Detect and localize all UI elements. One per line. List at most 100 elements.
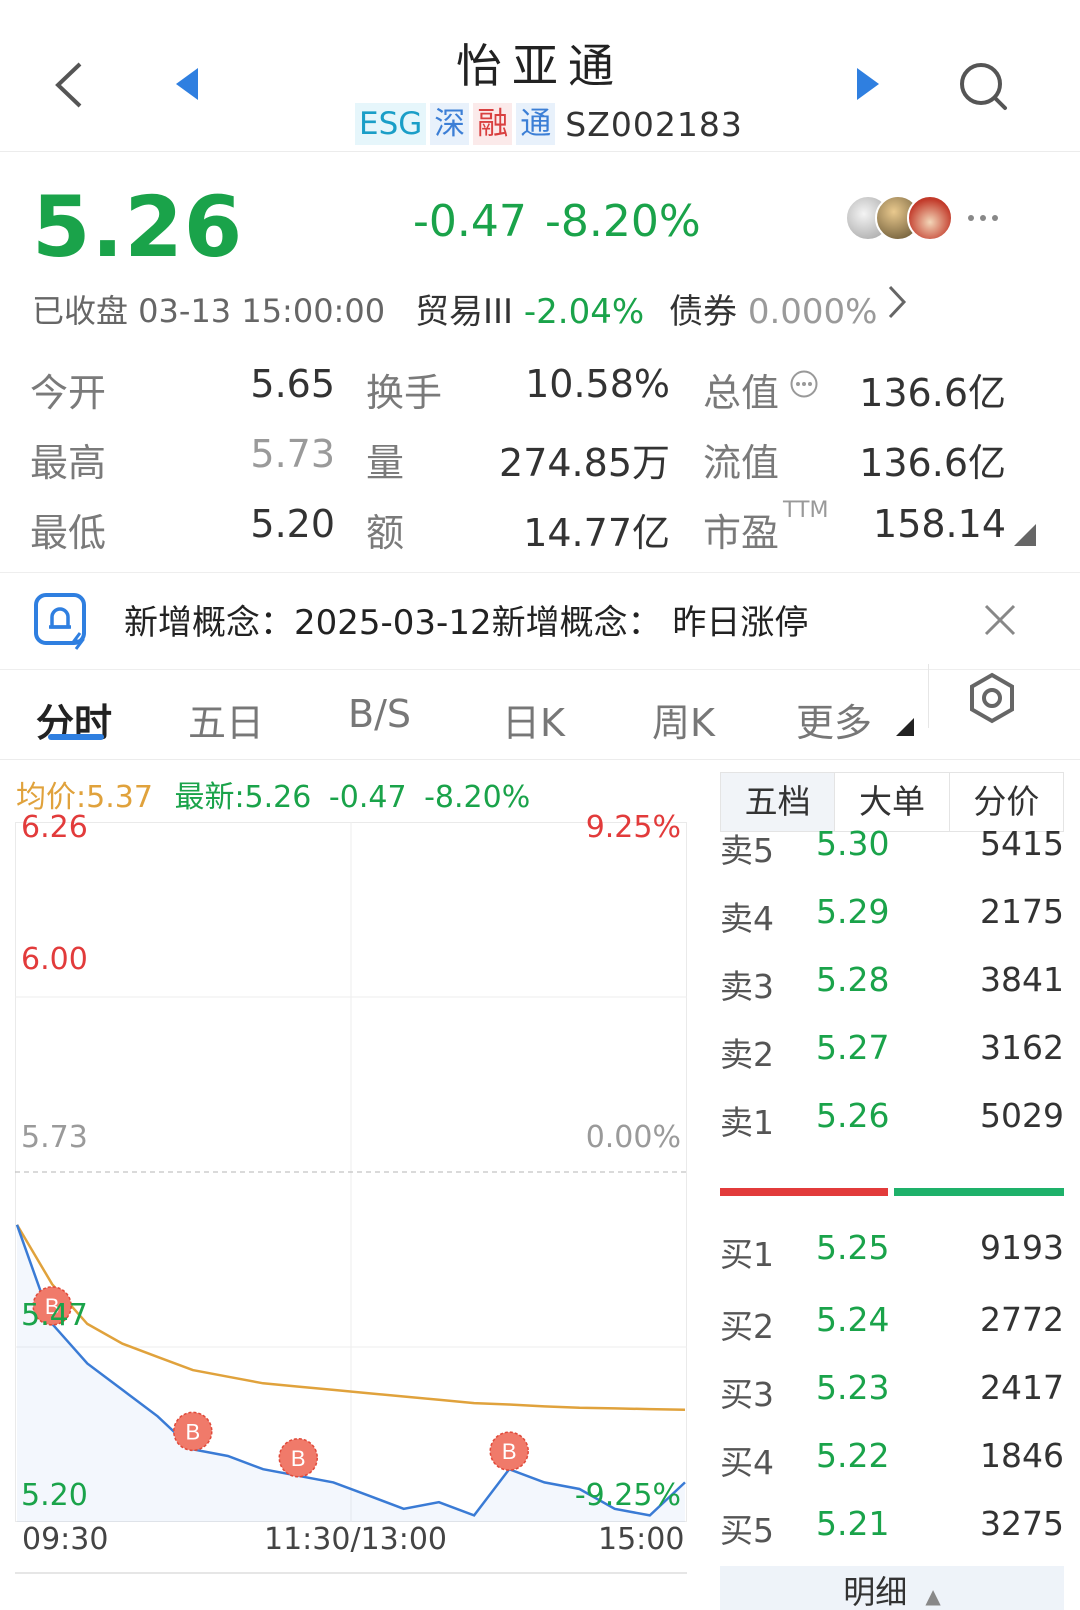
stock-code: SZ002183 — [565, 104, 743, 144]
bid-volume: 2417 — [980, 1368, 1064, 1407]
bid-row: 买4 5.22 1846 — [720, 1436, 1064, 1486]
pct-tick-top: 9.25% — [585, 810, 681, 845]
low-value: 5.20 — [250, 502, 335, 546]
ask-label: 卖4 — [720, 899, 774, 938]
active-tab-indicator — [48, 734, 104, 740]
bid-row: 买1 5.25 9193 — [720, 1196, 1064, 1274]
ask-volume: 3841 — [980, 960, 1064, 999]
low-label: 最低 — [30, 511, 107, 555]
pe-value: 158.14 — [873, 502, 1006, 546]
tag-shen[interactable]: 深 — [430, 103, 470, 145]
detail-label: 明细 — [843, 1573, 908, 1610]
bid-row: 买2 5.24 2772 — [720, 1300, 1064, 1350]
intraday-chart-svg: BBB B — [15, 822, 687, 1522]
expand-corner-icon[interactable] — [1014, 524, 1036, 546]
ask-price: 5.29 — [816, 892, 890, 931]
bid-label: 买2 — [720, 1307, 774, 1346]
community-avatars[interactable] — [845, 195, 955, 243]
price-change: -0.47 — [413, 196, 527, 247]
tab-bs[interactable]: B/S — [348, 692, 411, 736]
tab-five-day[interactable]: 五日 — [188, 692, 264, 747]
more-icon[interactable] — [966, 212, 1000, 224]
order-book-tabs: 五档 大单 分价 — [720, 772, 1064, 832]
tab-price-dist[interactable]: 分价 — [950, 773, 1063, 831]
y-tick-top: 6.26 — [21, 810, 88, 845]
buy-pressure-bar — [894, 1188, 1064, 1196]
turnover-label: 换手 — [366, 371, 443, 415]
high-value: 5.73 — [250, 432, 335, 476]
sector-name: 贸易III — [415, 292, 514, 332]
info-dots-icon[interactable] — [789, 369, 819, 399]
bid-label: 买4 — [720, 1443, 774, 1482]
bid-price: 5.22 — [816, 1436, 890, 1475]
detail-button[interactable]: 明细 ▲ — [720, 1566, 1064, 1610]
ask-row: 卖2 5.27 3162 — [720, 1028, 1064, 1078]
more-corner-icon — [896, 718, 914, 736]
tab-five-levels[interactable]: 五档 — [721, 773, 836, 831]
quote-status-line: 已收盘 03-13 15:00:00 — [32, 286, 385, 332]
tag-rong[interactable]: 融 — [473, 103, 513, 145]
tab-daily-k[interactable]: 日K — [502, 692, 565, 747]
marker-price-label: 5.47 — [21, 1298, 88, 1333]
high-label: 最高 — [30, 441, 107, 485]
intraday-chart[interactable]: BBBB 6.26 9.25% 6.00 5.73 0.00% 5.47 5.2… — [15, 810, 687, 1522]
tab-big-orders[interactable]: 大单 — [835, 773, 950, 831]
pct-tick-bottom: -9.25% — [574, 1478, 681, 1513]
sector-info[interactable]: 贸易III -2.04% 债券 0.000% — [415, 284, 877, 333]
x-tick-mid: 11:30/13:00 — [264, 1522, 448, 1557]
buy-marker-label: B — [185, 1419, 200, 1444]
bid-price: 5.21 — [816, 1504, 890, 1543]
volume-value: 274.85万 — [499, 441, 670, 485]
open-label: 今开 — [30, 371, 107, 415]
sector-pct: -2.04% — [523, 292, 645, 332]
bid-price: 5.24 — [816, 1300, 890, 1339]
tag-tong[interactable]: 通 — [516, 103, 556, 145]
current-price: 5.26 — [32, 178, 244, 276]
settings-hexagon-icon[interactable] — [966, 672, 1018, 724]
ask-row: 卖5 5.30 5415 — [720, 824, 1064, 874]
ask-volume: 3162 — [980, 1028, 1064, 1067]
float-label: 流值 — [703, 441, 780, 485]
concept-notice-bar[interactable]: 新增概念：2025-03-12新增概念： 昨日涨停 — [0, 572, 1080, 670]
ask-price: 5.28 — [816, 960, 890, 999]
ask-row: 卖3 5.28 3841 — [720, 960, 1064, 1010]
chevron-up-icon: ▲ — [925, 1584, 941, 1608]
latest-price: 最新:5.26 — [174, 780, 312, 815]
bid-price: 5.23 — [816, 1368, 890, 1407]
bid-volume: 9193 — [980, 1228, 1064, 1267]
bond-name: 债券 — [669, 292, 737, 332]
close-icon[interactable] — [983, 603, 1017, 637]
divider — [15, 1572, 687, 1574]
notice-text: 新增概念：2025-03-12新增概念： 昨日涨停 — [124, 603, 809, 643]
ask-price: 5.27 — [816, 1028, 890, 1067]
y-tick-bottom: 5.20 — [21, 1478, 88, 1513]
search-icon[interactable] — [955, 58, 1011, 114]
ask-label: 卖1 — [720, 1103, 774, 1142]
latest-change: -0.47 — [328, 780, 407, 815]
x-tick-end: 15:00 — [598, 1522, 685, 1557]
bond-pct: 0.000% — [747, 292, 878, 332]
ask-price: 5.30 — [816, 824, 890, 863]
tag-esg[interactable]: ESG — [355, 103, 427, 145]
tab-weekly-k[interactable]: 周K — [652, 692, 715, 747]
bid-volume: 3275 — [980, 1504, 1064, 1543]
bid-row: 买3 5.23 2417 — [720, 1368, 1064, 1418]
ask-volume: 2175 — [980, 892, 1064, 931]
next-stock-icon[interactable] — [853, 66, 883, 102]
tab-more[interactable]: 更多 — [796, 692, 872, 747]
amount-value: 14.77亿 — [523, 511, 670, 555]
float-value: 136.6亿 — [859, 441, 1006, 485]
pe-label: 市盈 — [703, 511, 780, 555]
notice-bell-icon — [34, 593, 86, 650]
bid-row: 买5 5.21 3275 — [720, 1504, 1064, 1554]
chevron-right-icon[interactable] — [886, 284, 908, 320]
chart-tabs: 分时 五日 B/S 日K 周K 更多 — [0, 664, 1080, 760]
ask-volume: 5415 — [980, 824, 1064, 863]
pct-tick-ref: 0.00% — [585, 1120, 681, 1155]
amount-label: 额 — [366, 511, 405, 555]
chart-legend: 均价:5.37 最新:5.26 -0.47 -8.20% — [16, 772, 530, 816]
buy-marker-label: B — [502, 1439, 517, 1464]
ask-label: 卖3 — [720, 967, 774, 1006]
ask-volume: 5029 — [980, 1096, 1064, 1135]
divider — [928, 664, 929, 728]
